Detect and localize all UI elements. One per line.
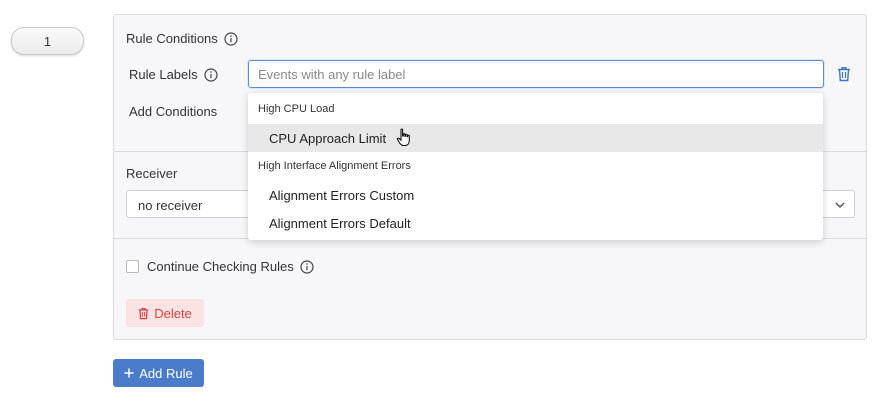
add-rule-label: Add Rule xyxy=(139,365,193,381)
plus-icon xyxy=(124,368,134,378)
rule-labels-row-label: Rule Labels xyxy=(129,67,218,82)
trash-icon xyxy=(138,307,149,319)
dropdown-option[interactable]: Alignment Errors Custom xyxy=(248,181,823,209)
dropdown-option-label: Alignment Errors Custom xyxy=(269,188,415,203)
rule-labels-dropdown: High CPU Load CPU Approach Limit High In… xyxy=(248,93,823,240)
delete-button-label: Delete xyxy=(154,305,192,321)
continue-checking-row-label: Continue Checking Rules xyxy=(147,259,314,274)
info-icon[interactable] xyxy=(224,31,239,46)
dropdown-option-label: CPU Approach Limit xyxy=(269,131,387,146)
rule-conditions-heading: Rule Conditions xyxy=(126,31,239,46)
continue-checking-label: Continue Checking Rules xyxy=(147,259,294,274)
step-number-label: 1 xyxy=(43,33,52,49)
chevron-down-icon xyxy=(835,202,845,209)
hand-pointer-icon xyxy=(396,128,410,146)
dropdown-option[interactable]: CPU Approach Limit xyxy=(248,124,823,152)
receiver-selected-value: no receiver xyxy=(138,198,203,213)
delete-rule-button[interactable]: Delete xyxy=(126,299,204,327)
rule-labels-input[interactable] xyxy=(248,60,824,88)
info-icon[interactable] xyxy=(300,259,314,274)
add-conditions-label: Add Conditions xyxy=(129,104,218,119)
trash-icon[interactable] xyxy=(837,66,851,82)
info-icon[interactable] xyxy=(204,67,218,82)
dropdown-option-label: Alignment Errors Default xyxy=(269,216,411,231)
continue-checking-checkbox[interactable] xyxy=(126,260,139,273)
dropdown-group-header: High Interface Alignment Errors xyxy=(258,160,411,172)
rule-labels-label: Rule Labels xyxy=(129,67,198,82)
rule-step-number: 1 xyxy=(11,27,84,55)
dropdown-option[interactable]: Alignment Errors Default xyxy=(248,209,823,237)
add-rule-button[interactable]: Add Rule xyxy=(113,359,204,387)
receiver-label: Receiver xyxy=(126,166,178,181)
dropdown-group-header: High CPU Load xyxy=(258,103,335,115)
rule-conditions-title: Rule Conditions xyxy=(126,31,218,46)
